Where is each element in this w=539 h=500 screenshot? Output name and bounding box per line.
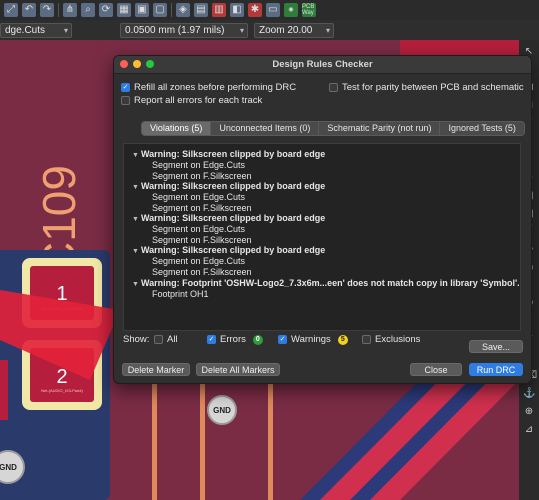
chevron-down-icon: ▾ [325,25,330,35]
net-navigator-icon[interactable]: ⋔ [63,3,77,17]
errors-count-badge: 0 [252,334,263,345]
library-icon[interactable]: ◉ [284,3,298,17]
refresh-icon[interactable]: ⟳ [99,3,113,17]
disclosure-triangle-icon[interactable]: ▼ [132,281,141,288]
list-subitem[interactable]: Segment on Edge.Cuts [152,256,245,266]
save-button[interactable]: Save... [469,340,523,353]
report-all-label: Report all errors for each track [134,95,263,106]
grid-origin-icon[interactable]: ⊕ [523,406,535,418]
gnd-via-2-label: GND [0,463,17,472]
list-subitem[interactable]: Segment on F.Silkscreen [152,235,252,245]
filter-warnings-label: Warnings [291,334,331,345]
zoom-select[interactable]: Zoom 20.00 ▾ [254,22,334,38]
anchor-icon[interactable]: ⚓ [523,388,535,400]
silk-track [200,370,205,500]
tab-unconnected[interactable]: Unconnected Items (0) [211,122,320,135]
test-parity-checkbox[interactable] [329,83,338,92]
pad-2-net: Net-(AUDIO_IX3-Pad4) [41,388,83,393]
report-all-checkbox[interactable] [121,96,130,105]
silk-track [268,370,273,500]
chevron-down-icon: ▾ [63,25,68,35]
measure-icon[interactable]: ⊿ [523,424,535,436]
filter-exclusions-label: Exclusions [375,334,421,345]
filter-exclusions-checkbox[interactable] [362,335,371,344]
main-toolbar: ⤢ ↶ ↷ ⋔ ⌕ ⟳ ▦ ▣ ▢ ◈ ▤ ▥ ◧ ✱ ▭ ◉ PCB Way [0,0,539,20]
footprint-editor-icon[interactable]: ◧ [230,3,244,17]
search-icon[interactable]: ⌕ [81,3,95,17]
disclosure-triangle-icon[interactable]: ▼ [132,184,141,191]
lock-icon[interactable]: ▣ [135,3,149,17]
close-button[interactable]: Close [410,363,462,376]
disclosure-triangle-icon[interactable]: ▼ [132,248,141,255]
list-subitem[interactable]: Segment on F.Silkscreen [152,203,252,213]
silk-track [152,370,157,500]
drc-dialog: Design Rules Checker ✓ Refill all zones … [113,55,532,384]
list-subitem[interactable]: Segment on F.Silkscreen [152,267,252,277]
list-subitem[interactable]: Segment on Edge.Cuts [152,192,245,202]
filter-all[interactable]: All [154,334,178,345]
list-subitem[interactable]: Segment on F.Silkscreen [152,171,252,181]
scripting-icon[interactable]: ▭ [266,3,280,17]
show-label: Show: [123,333,150,345]
filter-all-checkbox[interactable] [154,335,163,344]
filter-errors[interactable]: ✓ Errors 0 [207,334,263,345]
delete-all-markers-button[interactable]: Delete All Markers [196,363,280,376]
refill-zones-checkbox[interactable]: ✓ [121,83,130,92]
filter-warnings-checkbox[interactable]: ✓ [278,335,287,344]
redo-icon[interactable]: ↷ [40,3,54,17]
violations-list[interactable]: ▼ Warning: Silkscreen clipped by board ed… [123,143,521,331]
filter-warnings[interactable]: ✓ Warnings 5 [278,334,348,345]
tab-violations[interactable]: Violations (5) [142,122,212,135]
sub-toolbar: dge.Cuts ▾ 0.0500 mm (1.97 mils) ▾ Zoom … [0,20,539,40]
filter-errors-checkbox[interactable]: ✓ [207,335,216,344]
disclosure-triangle-icon[interactable]: ▼ [132,216,141,223]
run-drc-button[interactable]: Run DRC [469,363,523,376]
filter-exclusions[interactable]: Exclusions [362,334,420,345]
refill-zones-option[interactable]: ✓ Refill all zones before performing DRC [121,82,296,93]
results-tabs: Violations (5) Unconnected Items (0) Sch… [141,121,525,136]
grid-select[interactable]: 0.0500 mm (1.97 mils) ▾ [120,22,248,38]
disclosure-triangle-icon[interactable]: ▼ [132,152,141,159]
filter-all-label: All [167,334,178,345]
filter-errors-label: Errors [220,334,246,345]
zoom-fit-icon[interactable]: ⤢ [4,3,18,17]
warnings-count-badge: 5 [337,334,348,345]
route-icon[interactable]: ◈ [176,3,190,17]
test-parity-label: Test for parity between PCB and schemati… [342,82,524,93]
chevron-down-icon: ▾ [239,25,244,35]
pcbway-icon[interactable]: PCB Way [302,3,316,17]
unlock-icon[interactable]: ▢ [153,3,167,17]
pad-2-number: 2 [56,366,67,388]
list-item[interactable]: ▼ Warning: Silkscreen clipped by board ed… [132,213,325,223]
list-item[interactable]: ▼ Warning: Footprint 'OSHW-Logo2_7.3x6m..… [132,278,520,288]
board-setup-icon[interactable]: ▤ [194,3,208,17]
grid-icon[interactable]: ▦ [117,3,131,17]
tab-schematic-parity[interactable]: Schematic Parity (not run) [319,122,441,135]
list-subitem[interactable]: Footprint OH1 [152,289,209,299]
toolbar-divider [58,3,59,17]
dialog-titlebar[interactable]: Design Rules Checker [114,56,531,74]
refill-zones-label: Refill all zones before performing DRC [134,82,297,93]
delete-marker-button[interactable]: Delete Marker [122,363,190,376]
list-item[interactable]: ▼ Warning: Silkscreen clipped by board ed… [132,149,325,159]
netlist-icon[interactable]: ▥ [212,3,226,17]
undo-icon[interactable]: ↶ [22,3,36,17]
report-all-option[interactable]: Report all errors for each track [121,95,262,106]
dialog-title: Design Rules Checker [272,59,373,70]
zoom-value: Zoom 20.00 [259,24,313,36]
pad-left[interactable] [0,360,8,420]
drc-icon[interactable]: ✱ [248,3,262,17]
tab-ignored-tests[interactable]: Ignored Tests (5) [440,122,523,135]
list-item[interactable]: ▼ Warning: Silkscreen clipped by board ed… [132,181,325,191]
list-subitem[interactable]: Segment on Edge.Cuts [152,160,245,170]
layer-select[interactable]: dge.Cuts ▾ [0,22,72,38]
test-parity-option[interactable]: Test for parity between PCB and schemati… [329,82,524,93]
gnd-via-label: GND [213,406,231,415]
list-item[interactable]: ▼ Warning: Silkscreen clipped by board ed… [132,245,325,255]
toolbar-divider [171,3,172,17]
list-subitem[interactable]: Segment on Edge.Cuts [152,224,245,234]
layer-value: dge.Cuts [5,24,46,36]
grid-value: 0.0500 mm (1.97 mils) [125,24,225,36]
